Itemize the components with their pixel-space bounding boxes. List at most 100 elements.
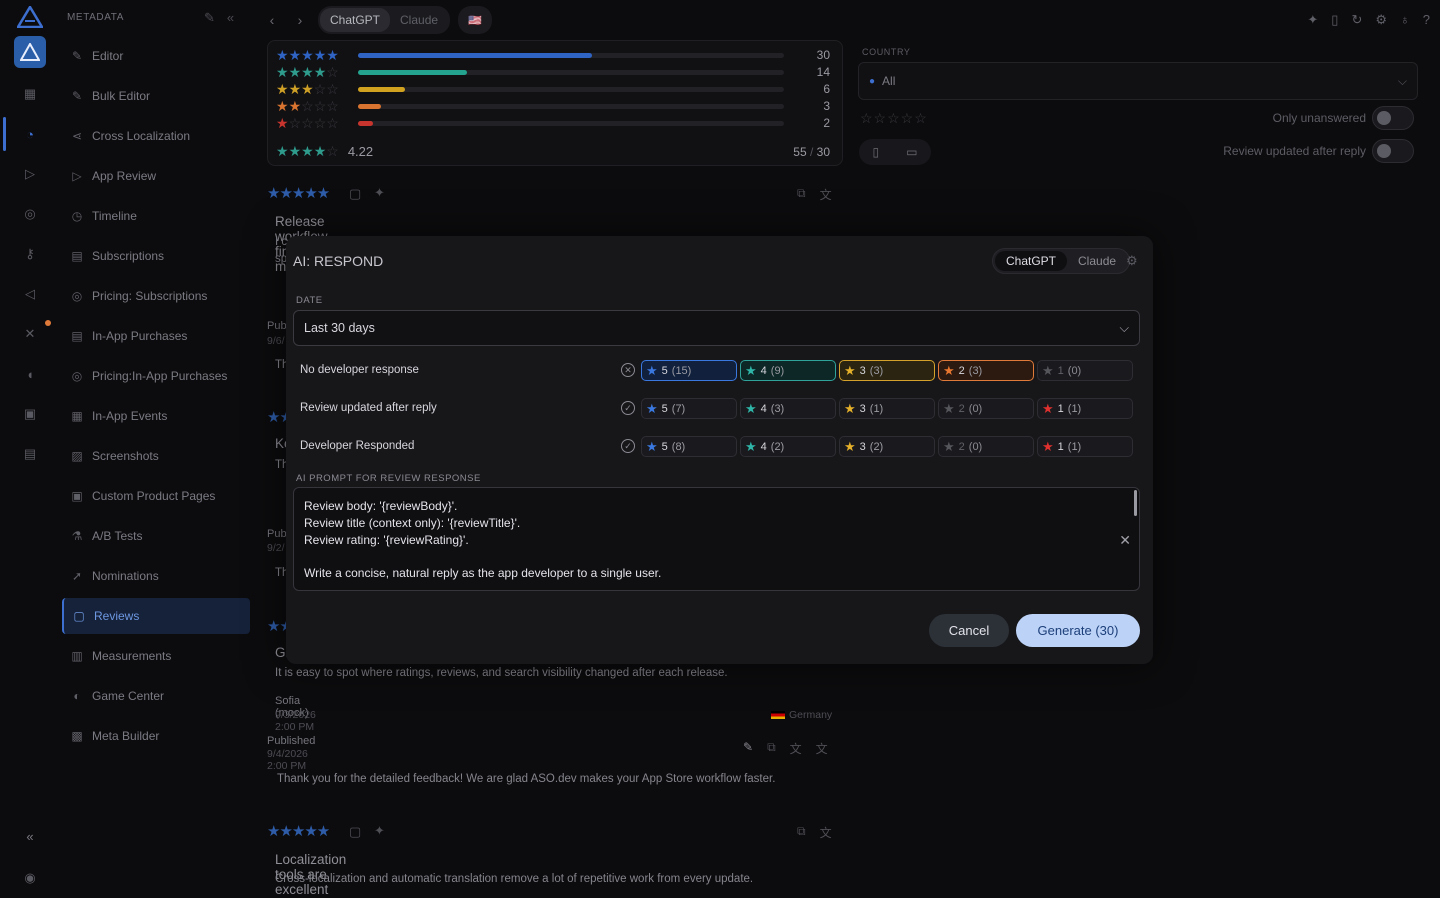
locale-flag-button[interactable]: 🇺🇸: [458, 6, 493, 34]
rating-pill-5-star[interactable]: ★ 5 (8): [641, 436, 737, 457]
collapse-sidebar-icon[interactable]: «: [227, 10, 234, 26]
date-select[interactable]: Last 30 days ⌵: [293, 310, 1140, 346]
rating-row-3[interactable]: ★ ★ ★ ☆ ☆ 6: [276, 81, 836, 97]
sidebar-item-screenshots[interactable]: ▨ Screenshots: [62, 438, 250, 474]
tab-claude[interactable]: Claude: [390, 8, 448, 32]
collapse-rail-icon[interactable]: «: [21, 827, 39, 845]
sidebar-item-pricing-in-app-purchases[interactable]: ◎ Pricing:In-App Purchases: [62, 358, 250, 394]
sidebar-item-meta-builder[interactable]: ▩ Meta Builder: [62, 718, 250, 754]
phone-icon[interactable]: ▯: [873, 145, 880, 159]
sidebar-item-app-review[interactable]: ▷ App Review: [62, 158, 250, 194]
only-unanswered-toggle[interactable]: [1372, 106, 1414, 130]
tab-chatgpt[interactable]: ChatGPT: [320, 8, 391, 32]
rating-pill-3-star[interactable]: ★ 3 (3): [839, 360, 935, 381]
megaphone-icon[interactable]: ◁: [21, 285, 39, 303]
sidebar-item-label: Measurements: [92, 649, 172, 663]
target-icon[interactable]: ◎: [21, 205, 39, 223]
sound-icon[interactable]: ◖: [21, 365, 39, 383]
help-icon[interactable]: ?: [1423, 12, 1430, 28]
reply-text: Thank you for the detailed feedback! We …: [277, 773, 776, 785]
sidebar-item-pricing-subscriptions[interactable]: ◎ Pricing: Subscriptions: [62, 278, 250, 314]
rating-row-4[interactable]: ★ ★ ★ ★ ☆ 14: [276, 64, 836, 80]
image-icon: ▨: [71, 449, 83, 463]
laptop-icon[interactable]: ▭: [906, 145, 917, 159]
sidebar-item-bulk-editor[interactable]: ✎ Bulk Editor: [62, 78, 250, 114]
rating-row-1[interactable]: ★ ☆ ☆ ☆ ☆ 2: [276, 115, 836, 131]
edit-icon[interactable]: ✎: [204, 10, 215, 26]
sidebar-item-cross-localization[interactable]: ⋖ Cross Localization: [62, 118, 250, 154]
sidebar-item-timeline[interactable]: ◷ Timeline: [62, 198, 250, 234]
rating-row-5[interactable]: ★ ★ ★ ★ ★ 30: [276, 47, 836, 63]
rating-pill-2-star[interactable]: ★ 2 (0): [938, 436, 1034, 457]
sidebar-item-measurements[interactable]: ▥ Measurements: [62, 638, 250, 674]
board-icon[interactable]: ▣: [21, 405, 39, 423]
settings-icon[interactable]: ⚙: [1375, 12, 1387, 28]
translate-icon[interactable]: 文: [820, 824, 832, 841]
rating-pill-4-star[interactable]: ★ 4 (3): [740, 398, 836, 419]
sidebar-item-nominations[interactable]: ➚ Nominations: [62, 558, 250, 594]
modal-tab-chatgpt[interactable]: ChatGPT: [995, 251, 1068, 271]
rating-pill-1-star[interactable]: ★ 1 (1): [1037, 436, 1133, 457]
file-icon[interactable]: ▯: [1331, 12, 1338, 28]
cancel-button[interactable]: Cancel: [929, 614, 1009, 647]
sidebar-item-game-center[interactable]: ◐ Game Center: [62, 678, 250, 714]
forward-arrow-icon[interactable]: ›: [290, 7, 310, 33]
translate-icon[interactable]: 文: [820, 186, 832, 203]
rating-row-2[interactable]: ★ ★ ☆ ☆ ☆ 3: [276, 98, 836, 114]
rating-pill-2-star[interactable]: ★ 2 (0): [938, 398, 1034, 419]
translate-icon[interactable]: 文: [790, 740, 802, 757]
deselect-row-icon[interactable]: ✕: [621, 363, 635, 377]
sidebar-item-editor[interactable]: ✎ Editor: [62, 38, 250, 74]
comment-icon[interactable]: ▢: [349, 824, 361, 840]
ai-sparkle-icon[interactable]: ✦: [1307, 12, 1318, 28]
copy-icon[interactable]: ⧉: [797, 186, 806, 203]
account-icon[interactable]: ◉: [21, 869, 39, 887]
app-logo-icon[interactable]: [17, 6, 43, 28]
tools-icon[interactable]: ✕: [21, 325, 39, 343]
copy-icon[interactable]: ⧉: [767, 740, 776, 757]
sidebar-item-custom-product-pages[interactable]: ▣ Custom Product Pages: [62, 478, 250, 514]
rating-pill-2-star[interactable]: ★ 2 (3): [938, 360, 1034, 381]
modal-settings-icon[interactable]: ⚙: [1126, 253, 1138, 269]
dashboard-icon[interactable]: ▦: [21, 85, 39, 103]
updated-after-reply-toggle[interactable]: [1372, 139, 1414, 163]
rating-pill-5-star[interactable]: ★ 5 (7): [641, 398, 737, 419]
country-select[interactable]: ● All ⌵: [858, 62, 1418, 100]
rating-filter-stars[interactable]: ☆☆☆☆☆: [860, 110, 928, 127]
sidebar-item-reviews[interactable]: ▢ Reviews: [62, 598, 250, 634]
sidebar-item-in-app-events[interactable]: ▦ In-App Events: [62, 398, 250, 434]
ai-sparkle-icon[interactable]: ✦: [374, 823, 385, 839]
sidebar-item-subscriptions[interactable]: ▤ Subscriptions: [62, 238, 250, 274]
current-app-icon[interactable]: [14, 36, 46, 68]
translate-alt-icon[interactable]: 文: [816, 740, 828, 757]
play-icon[interactable]: ▷: [21, 165, 39, 183]
filter-row-label: No developer response: [300, 364, 419, 376]
ai-prompt-textarea[interactable]: Review body: '{reviewBody}'. Review title…: [293, 487, 1140, 591]
generate-button[interactable]: Generate (30): [1016, 614, 1140, 647]
rating-pill-4-star[interactable]: ★ 4 (9): [740, 360, 836, 381]
key-icon[interactable]: ⚷: [21, 245, 39, 263]
comment-icon[interactable]: ▢: [349, 186, 361, 202]
prompt-scrollbar[interactable]: [1134, 490, 1137, 516]
metadata-icon[interactable]: ◔: [21, 125, 39, 143]
select-row-icon[interactable]: ✓: [621, 401, 635, 415]
sidebar-item-in-app-purchases[interactable]: ▤ In-App Purchases: [62, 318, 250, 354]
copy-icon[interactable]: ⧉: [797, 824, 806, 841]
rating-pill-4-star[interactable]: ★ 4 (2): [740, 436, 836, 457]
rating-pill-1-star[interactable]: ★ 1 (1): [1037, 398, 1133, 419]
edit-reply-icon[interactable]: ✎: [743, 740, 753, 757]
sidebar-item-a-b-tests[interactable]: ⚗ A/B Tests: [62, 518, 250, 554]
select-row-icon[interactable]: ✓: [621, 439, 635, 453]
archive-icon[interactable]: ▤: [21, 445, 39, 463]
rating-pill-1-star[interactable]: ★ 1 (0): [1037, 360, 1133, 381]
back-arrow-icon[interactable]: ‹: [262, 7, 282, 33]
rating-pill-3-star[interactable]: ★ 3 (2): [839, 436, 935, 457]
rating-pill-5-star[interactable]: ★ 5 (15): [641, 360, 737, 381]
clear-prompt-icon[interactable]: ✕: [1119, 532, 1131, 549]
modal-tab-claude[interactable]: Claude: [1067, 251, 1127, 271]
rating-pill-3-star[interactable]: ★ 3 (1): [839, 398, 935, 419]
refresh-icon[interactable]: ↻: [1351, 12, 1362, 28]
star-icon: ★: [646, 400, 658, 416]
bulb-icon[interactable]: ♁: [1400, 12, 1410, 28]
ai-sparkle-icon[interactable]: ✦: [374, 185, 385, 201]
